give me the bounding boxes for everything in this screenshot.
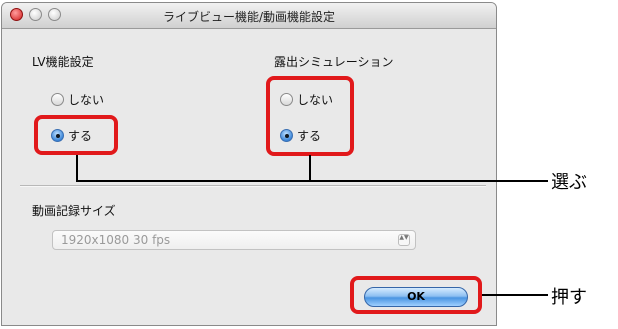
- select-callout-label: 選ぶ: [551, 172, 587, 193]
- connector-horizontal-press: [482, 294, 548, 296]
- movie-size-select[interactable]: 1920x1080 30 fps ▲▼: [52, 230, 416, 250]
- highlight-ok-button: [350, 276, 482, 314]
- lv-off-option[interactable]: しない: [51, 91, 104, 108]
- lv-off-radio[interactable]: [51, 93, 64, 106]
- movie-size-heading: 動画記録サイズ: [32, 204, 116, 218]
- lv-settings-heading: LV機能設定: [32, 55, 94, 69]
- exposure-simulation-heading: 露出シミュレーション: [274, 55, 394, 69]
- window-title: ライブビュー機能/動画機能設定: [162, 10, 336, 24]
- select-arrows-icon: ▲▼: [398, 234, 410, 246]
- highlight-exposure-options: [266, 76, 354, 156]
- connector-lv: [76, 155, 78, 181]
- section-divider: [20, 185, 486, 187]
- lv-off-label: しない: [68, 93, 105, 107]
- highlight-lv-on: [34, 115, 118, 155]
- press-callout-label: 押す: [551, 287, 587, 308]
- title-bar: ライブビュー機能/動画機能設定: [2, 3, 496, 29]
- connector-exposure: [309, 155, 311, 181]
- movie-size-value: 1920x1080 30 fps: [61, 233, 171, 247]
- connector-horizontal-select: [76, 180, 548, 182]
